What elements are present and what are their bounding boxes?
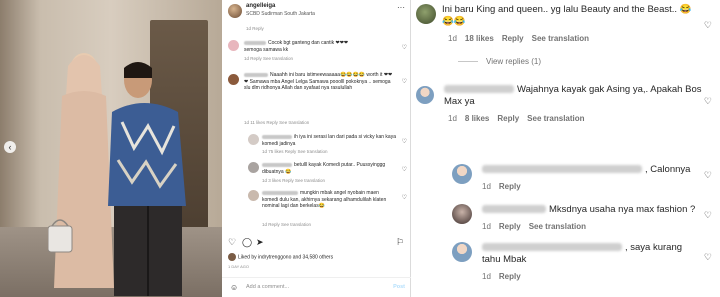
comment-item: mungkin mbak angel nyobain maen komedi d… (222, 188, 411, 232)
blurred-username (444, 85, 514, 94)
screenshot-root: ‹ angelleiga SCBD Sudirman South Jakarta… (0, 0, 720, 297)
see-translation-button[interactable]: See translation (532, 34, 589, 43)
blurred-username (482, 243, 622, 252)
post-location[interactable]: SCBD Sudirman South Jakarta (246, 11, 315, 17)
comment-text: Ini baru King and queen.. yg lalu Beauty… (442, 4, 692, 27)
comment-likes[interactable]: 8 likes (465, 114, 489, 123)
add-comment-bar: ☺ Add a comment... Post (222, 277, 411, 297)
blurred-username (262, 134, 292, 139)
post-button[interactable]: Post (393, 284, 405, 290)
comment-meta: 1d Reply See translation (262, 222, 312, 227)
comment-likes[interactable]: 18 likes (465, 34, 494, 43)
heart-icon[interactable]: ♡ (704, 170, 712, 181)
comment-icon[interactable]: ◯ (242, 237, 252, 248)
comment-time: 1d (448, 114, 457, 123)
comment-item: Naaahh ini baru istimeewaaaaa😂😂😂😂 worth … (222, 70, 411, 130)
view-replies-label: View replies (1) (486, 57, 541, 66)
blurred-username (244, 40, 266, 45)
comment-item: ih iya ini serasi lan dari pada si vicky… (222, 132, 411, 160)
blurred-username (482, 165, 642, 174)
post-time: 1 DAY AGO (228, 264, 249, 269)
reply-button[interactable]: Reply (499, 222, 521, 231)
comment-text: Mksdnya usaha nya max fashion ? (549, 204, 696, 215)
comment-item: Mksdnya usaha nya max fashion ? 1d Reply S… (412, 200, 720, 236)
avatar[interactable] (416, 4, 436, 24)
heart-icon[interactable]: ♡ (402, 44, 407, 51)
heart-icon[interactable]: ♡ (402, 166, 407, 173)
comment-time: 1d (448, 34, 457, 43)
see-translation-button[interactable]: See translation (527, 114, 584, 123)
blurred-username (482, 205, 546, 214)
heart-icon[interactable]: ♡ (704, 96, 712, 107)
avatar[interactable] (248, 134, 259, 145)
comment-item: Ini baru King and queen.. yg lalu Beauty… (412, 0, 720, 52)
heart-icon[interactable]: ♡ (402, 194, 407, 201)
avatar[interactable] (452, 164, 472, 184)
heart-icon[interactable]: ♡ (402, 138, 407, 145)
add-comment-input[interactable]: Add a comment... (246, 284, 289, 290)
avatar[interactable] (228, 40, 239, 51)
zoomed-comments-panel: Ini baru King and queen.. yg lalu Beauty… (412, 0, 720, 297)
post-actions: ♡ ◯ ➤ ⚐ (228, 237, 406, 249)
divider (458, 61, 478, 63)
avatar[interactable] (228, 4, 242, 18)
comment-meta: 1d 3 likes Reply See translation (262, 178, 326, 183)
comment-subtext: semoga samawa kk (244, 46, 289, 53)
instagram-post-panel: angelleiga SCBD Sudirman South Jakarta ·… (222, 0, 411, 297)
caption-meta: 1d Reply (246, 26, 264, 31)
reply-button[interactable]: Reply (502, 34, 524, 43)
photo-man-figure (108, 62, 186, 296)
avatar[interactable] (416, 86, 434, 104)
heart-icon[interactable]: ♡ (402, 78, 407, 85)
comment-item: Cocok bgt ganteng dan cantik ❤❤❤ semoga … (222, 38, 411, 66)
heart-icon[interactable]: ♡ (228, 237, 236, 248)
share-icon[interactable]: ➤ (256, 237, 264, 248)
comment-item: , saya kurang tahu Mbak 1d Reply ♡ (412, 238, 720, 294)
heart-icon[interactable]: ♡ (704, 210, 712, 221)
comment-time: 1d (482, 182, 491, 191)
comment-text: Cocok bgt ganteng dan cantik ❤❤❤ (268, 40, 349, 46)
more-icon[interactable]: ··· (397, 3, 405, 12)
comment-time: 1d (482, 222, 491, 231)
reply-button[interactable]: Reply (499, 272, 521, 281)
reply-button[interactable]: Reply (499, 182, 521, 191)
liked-by-text: Liked by indrytrenggono and 34,580 other… (238, 254, 334, 261)
post-username[interactable]: angelleiga (246, 3, 275, 9)
view-replies-button[interactable]: View replies (1) (458, 57, 541, 66)
chevron-left-icon[interactable]: ‹ (4, 141, 16, 153)
blurred-username (244, 72, 268, 77)
heart-icon[interactable]: ♡ (704, 252, 712, 263)
comment-meta: 1d 75 likes Reply See translation (262, 149, 328, 154)
avatar[interactable] (452, 204, 472, 224)
reply-button[interactable]: Reply (497, 114, 519, 123)
post-photo[interactable]: ‹ (0, 0, 222, 297)
heart-icon[interactable]: ♡ (704, 20, 712, 31)
avatar[interactable] (452, 242, 472, 262)
emoji-icon[interactable]: ☺ (230, 283, 238, 292)
comment-text: , Calonnya (645, 164, 691, 175)
see-translation-button[interactable]: See translation (529, 222, 586, 231)
comment-meta: 1d 11 likes Reply See translation (244, 120, 310, 125)
comment-meta: 1d Reply See translation (244, 56, 294, 61)
blurred-username (262, 162, 292, 167)
avatar[interactable] (228, 74, 239, 85)
comment-item: betulll kayak Komedi putar.. Puussyinggg… (222, 160, 411, 188)
bookmark-icon[interactable]: ⚐ (396, 237, 404, 248)
avatar[interactable] (248, 162, 259, 173)
avatar (228, 253, 236, 261)
blurred-username (262, 190, 298, 195)
comment-time: 1d (482, 272, 491, 281)
avatar[interactable] (248, 190, 259, 201)
comment-item: Wajahnya kayak gak Asing ya,. Apakah Bos… (412, 80, 720, 128)
liked-by[interactable]: Liked by indrytrenggono and 34,580 other… (228, 253, 333, 261)
comment-item: , Calonnya 1d Reply ♡ (412, 160, 720, 196)
post-header: angelleiga SCBD Sudirman South Jakarta ·… (222, 0, 411, 22)
